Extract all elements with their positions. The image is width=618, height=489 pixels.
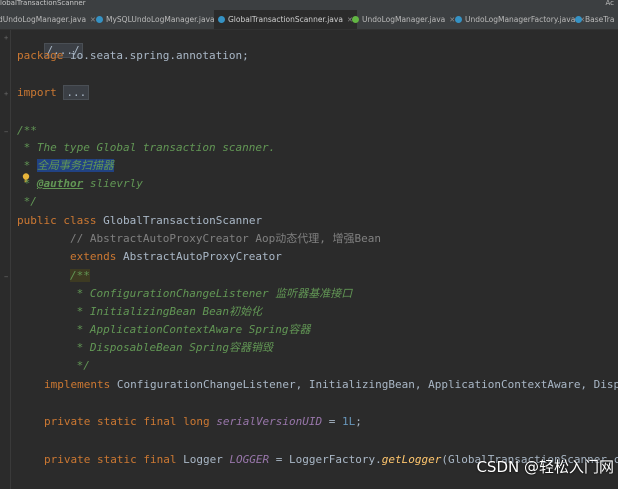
interface-list: ConfigurationChangeListener, Initializin… — [110, 378, 618, 391]
code-line-doc2-1: * ConfigurationChangeListener 监听器基准接口 — [70, 287, 353, 300]
tab-undolog-manager-factory[interactable]: UndoLogManagerFactory.java ✕ — [455, 10, 585, 29]
code-line-field-serial: private static final long serialVersionU… — [44, 415, 362, 429]
tab-label: UndoLogManager.java — [362, 15, 446, 24]
code-line-implements: implements ConfigurationChangeListener, … — [44, 378, 618, 392]
superclass-name: AbstractAutoProxyCreator — [116, 250, 282, 263]
code-line-comment: // AbstractAutoProxyCreator Aop动态代理, 增强B… — [70, 232, 382, 245]
tab-base-transactional[interactable]: BaseTra — [575, 10, 614, 29]
title-bar: lobalTransactionScanner Ac — [0, 0, 618, 10]
tab-mysql-undolog-manager[interactable]: MySQLUndoLogManager.java ✕ — [96, 10, 225, 29]
code-line-doc2-3: * ApplicationContextAware Spring容器 — [70, 323, 311, 336]
doc-prefix: * — [17, 159, 37, 172]
tab-label: dUndoLogManager.java — [0, 15, 87, 24]
toolbar-label[interactable]: Ac — [605, 0, 614, 7]
class-icon — [218, 16, 225, 23]
tab-undolog-manager[interactable]: dUndoLogManager.java ✕ — [0, 10, 96, 29]
type-name: Logger — [176, 453, 230, 466]
doc-prefix: * — [17, 177, 37, 190]
tab-label: GlobalTransactionScanner.java — [228, 15, 343, 24]
code-line-doc2-close: */ — [70, 359, 90, 372]
tab-label: UndoLogManagerFactory.java — [465, 15, 576, 24]
code-line-package: package io.seata.spring.annotation; — [17, 49, 249, 63]
fold-icon[interactable]: − — [4, 128, 12, 136]
keyword: implements — [44, 378, 111, 391]
fold-icon[interactable]: − — [4, 273, 12, 281]
author-name: slievrly — [83, 177, 143, 190]
window-title: lobalTransactionScanner — [0, 0, 86, 7]
code-line-doc-2: * 全局事务扫描器 — [17, 159, 114, 173]
code-line-extends: extends AbstractAutoProxyCreator — [70, 250, 282, 264]
interface-icon — [352, 16, 359, 23]
code-line-doc-1: * The type Global transaction scanner. — [17, 141, 276, 154]
class-name: GlobalTransactionScanner — [96, 214, 263, 227]
method-call: getLogger — [381, 453, 442, 466]
gutter-divider — [10, 30, 11, 489]
code-line-doc2-4: * DisposableBean Spring容器销毁 — [70, 341, 273, 354]
tab-undolog-manager-interface[interactable]: UndoLogManager.java ✕ — [352, 10, 455, 29]
fold-icon[interactable]: + — [4, 90, 12, 98]
package-name: io.seata.spring.annotation; — [63, 49, 249, 62]
code-line-class-decl: public class GlobalTransactionScanner — [17, 214, 262, 228]
selected-text: 全局事务扫描器 — [36, 159, 114, 172]
tab-label: BaseTra — [585, 15, 615, 24]
tab-global-transaction-scanner[interactable]: GlobalTransactionScanner.java ✕ — [214, 10, 357, 29]
operator: = — [322, 415, 343, 428]
keyword: package — [17, 49, 64, 62]
code-editor[interactable]: + /.../ package io.seata.spring.annotati… — [0, 30, 618, 489]
class-icon — [96, 16, 103, 23]
fold-icon[interactable]: + — [4, 34, 12, 42]
keyword: private static final — [44, 453, 177, 466]
field-name: serialVersionUID — [216, 415, 323, 428]
class-icon — [455, 16, 462, 23]
keyword: import — [17, 86, 57, 99]
keyword: private static final long — [44, 415, 210, 428]
semicolon: ; — [355, 415, 362, 428]
keyword: class — [63, 214, 97, 227]
number-literal: 1L — [342, 415, 356, 428]
doc-open: /** — [70, 269, 90, 282]
doc-tag: @author — [36, 177, 84, 190]
editor-tab-bar: dUndoLogManager.java ✕ MySQLUndoLogManag… — [0, 10, 618, 30]
folded-imports[interactable]: ... — [63, 85, 90, 100]
code-line-doc-3: * @author slievrly — [17, 177, 143, 191]
watermark: CSDN @轻松入门网 — [476, 458, 614, 476]
code-line-doc-close: */ — [17, 195, 37, 208]
class-icon — [575, 16, 582, 23]
code-line-import: import ... — [17, 85, 90, 100]
code-line-doc-open: /** — [17, 124, 37, 137]
tab-label: MySQLUndoLogManager.java — [106, 15, 215, 24]
code-line-doc2-2: * InitializingBean Bean初始化 — [70, 305, 262, 318]
field-name: LOGGER — [229, 453, 270, 466]
keyword: extends — [70, 250, 117, 263]
code-line-doc2-open: /** — [70, 269, 90, 283]
operator: = LoggerFactory. — [269, 453, 382, 466]
keyword: public — [17, 214, 57, 227]
